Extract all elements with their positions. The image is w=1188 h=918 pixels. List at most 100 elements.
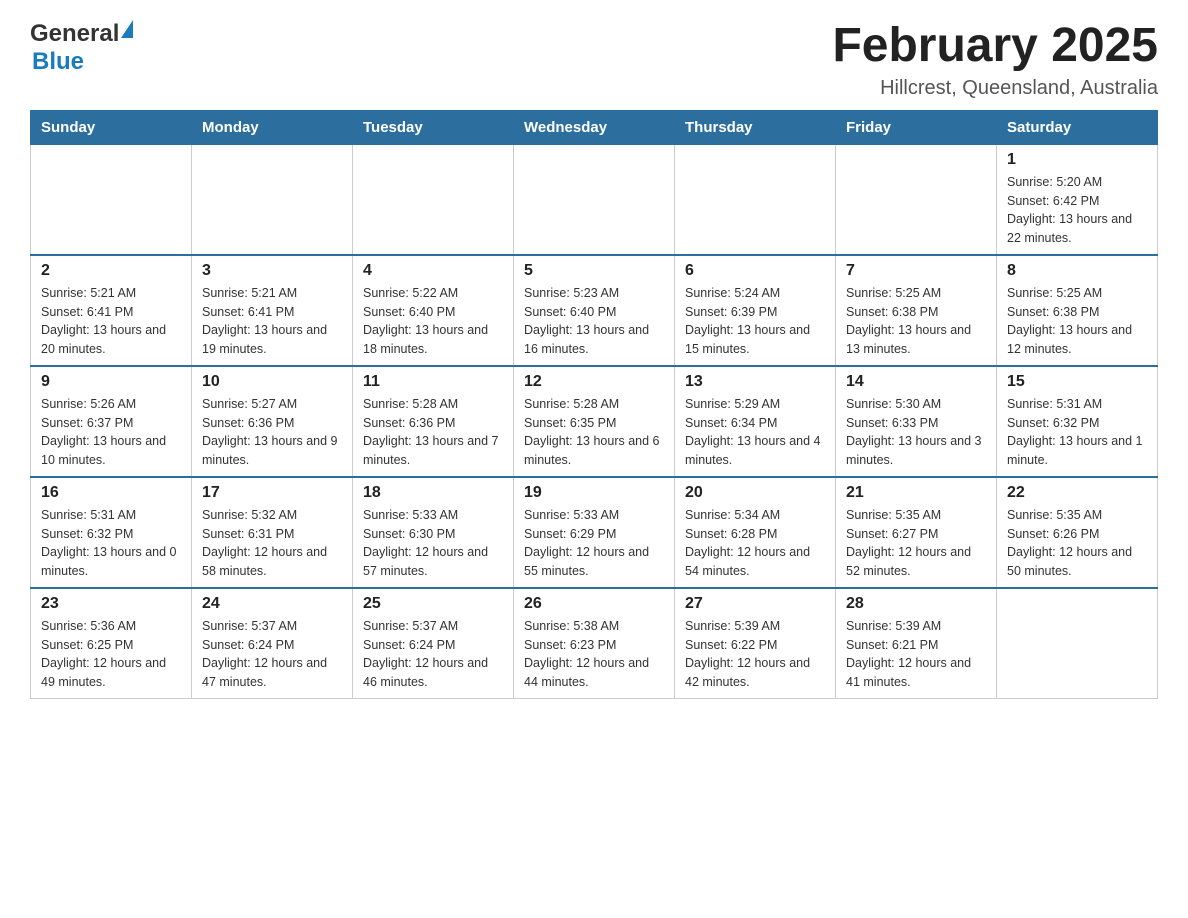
day-number: 6 [685,262,825,280]
calendar-cell: 16 Sunrise: 5:31 AM Sunset: 6:32 PM Dayli… [31,477,192,588]
day-number: 5 [524,262,664,280]
day-number: 27 [685,595,825,613]
day-number: 28 [846,595,986,613]
weekday-header-sunday: Sunday [31,110,192,144]
day-number: 14 [846,373,986,391]
day-info: Sunrise: 5:36 AM Sunset: 6:25 PM Dayligh… [41,617,181,692]
day-info: Sunrise: 5:28 AM Sunset: 6:35 PM Dayligh… [524,395,664,470]
calendar-cell [836,144,997,255]
calendar-cell: 24Sunrise: 5:37 AM Sunset: 6:24 PM Dayli… [192,588,353,699]
logo-blue-text: Blue [32,48,84,75]
calendar-cell: 7 Sunrise: 5:25 AM Sunset: 6:38 PM Daylig… [836,255,997,366]
calendar-cell: 14 Sunrise: 5:30 AM Sunset: 6:33 PM Dayli… [836,366,997,477]
day-info: Sunrise: 5:31 AM Sunset: 6:32 PM Dayligh… [41,506,181,581]
logo-triangle-icon [121,20,133,38]
calendar-cell: 21 Sunrise: 5:35 AM Sunset: 6:27 PM Dayli… [836,477,997,588]
calendar-cell: 9 Sunrise: 5:26 AM Sunset: 6:37 PM Daylig… [31,366,192,477]
day-info: Sunrise: 5:33 AM Sunset: 6:30 PM Dayligh… [363,506,503,581]
day-number: 18 [363,484,503,502]
weekday-header-thursday: Thursday [675,110,836,144]
day-info: Sunrise: 5:35 AM Sunset: 6:26 PM Dayligh… [1007,506,1147,581]
calendar-cell: 22 Sunrise: 5:35 AM Sunset: 6:26 PM Dayli… [997,477,1158,588]
day-number: 8 [1007,262,1147,280]
calendar-cell: 28 Sunrise: 5:39 AM Sunset: 6:21 PM Dayli… [836,588,997,699]
calendar-cell [997,588,1158,699]
calendar-cell: 8 Sunrise: 5:25 AM Sunset: 6:38 PM Daylig… [997,255,1158,366]
calendar-week-row: 16 Sunrise: 5:31 AM Sunset: 6:32 PM Dayli… [31,477,1158,588]
calendar-cell: 23 Sunrise: 5:36 AM Sunset: 6:25 PM Dayli… [31,588,192,699]
calendar-cell: 4 Sunrise: 5:22 AM Sunset: 6:40 PM Daylig… [353,255,514,366]
calendar-cell: 19 Sunrise: 5:33 AM Sunset: 6:29 PM Dayli… [514,477,675,588]
day-number: 9 [41,373,181,391]
calendar-cell [353,144,514,255]
calendar-cell: 17 Sunrise: 5:32 AM Sunset: 6:31 PM Dayli… [192,477,353,588]
page-header: General Blue February 2025 Hillcrest, Qu… [30,20,1158,100]
day-info: Sunrise: 5:21 AM Sunset: 6:41 PM Dayligh… [41,284,181,359]
day-number: 19 [524,484,664,502]
day-info: Sunrise: 5:28 AM Sunset: 6:36 PM Dayligh… [363,395,503,470]
day-info: Sunrise: 5:39 AM Sunset: 6:21 PM Dayligh… [846,617,986,692]
calendar-cell [192,144,353,255]
calendar-cell: 1 Sunrise: 5:20 AM Sunset: 6:42 PM Daylig… [997,144,1158,255]
calendar-cell: 26Sunrise: 5:38 AM Sunset: 6:23 PM Dayli… [514,588,675,699]
calendar-cell: 10 Sunrise: 5:27 AM Sunset: 6:36 PM Dayli… [192,366,353,477]
day-info: Sunrise: 5:20 AM Sunset: 6:42 PM Dayligh… [1007,173,1147,248]
day-number: 16 [41,484,181,502]
day-number: 17 [202,484,342,502]
day-info: Sunrise: 5:31 AM Sunset: 6:32 PM Dayligh… [1007,395,1147,470]
calendar-week-row: 2 Sunrise: 5:21 AM Sunset: 6:41 PM Daylig… [31,255,1158,366]
calendar-cell: 27 Sunrise: 5:39 AM Sunset: 6:22 PM Dayli… [675,588,836,699]
calendar-header-row: SundayMondayTuesdayWednesdayThursdayFrid… [31,110,1158,144]
calendar-table: SundayMondayTuesdayWednesdayThursdayFrid… [30,110,1158,699]
weekday-header-tuesday: Tuesday [353,110,514,144]
day-number: 4 [363,262,503,280]
day-number: 13 [685,373,825,391]
calendar-cell: 12 Sunrise: 5:28 AM Sunset: 6:35 PM Dayli… [514,366,675,477]
day-number: 12 [524,373,664,391]
weekday-header-monday: Monday [192,110,353,144]
day-info: Sunrise: 5:38 AM Sunset: 6:23 PM Dayligh… [524,617,664,692]
day-number: 1 [1007,151,1147,169]
day-number: 24 [202,595,342,613]
logo: General Blue [30,20,133,76]
calendar-cell [514,144,675,255]
day-number: 15 [1007,373,1147,391]
calendar-subtitle: Hillcrest, Queensland, Australia [832,77,1158,100]
calendar-cell [31,144,192,255]
calendar-title: February 2025 [832,20,1158,73]
day-info: Sunrise: 5:21 AM Sunset: 6:41 PM Dayligh… [202,284,342,359]
day-number: 10 [202,373,342,391]
day-info: Sunrise: 5:26 AM Sunset: 6:37 PM Dayligh… [41,395,181,470]
day-number: 21 [846,484,986,502]
day-info: Sunrise: 5:22 AM Sunset: 6:40 PM Dayligh… [363,284,503,359]
day-info: Sunrise: 5:25 AM Sunset: 6:38 PM Dayligh… [1007,284,1147,359]
day-number: 25 [363,595,503,613]
day-info: Sunrise: 5:35 AM Sunset: 6:27 PM Dayligh… [846,506,986,581]
day-number: 23 [41,595,181,613]
day-info: Sunrise: 5:32 AM Sunset: 6:31 PM Dayligh… [202,506,342,581]
day-number: 3 [202,262,342,280]
calendar-cell: 3 Sunrise: 5:21 AM Sunset: 6:41 PM Daylig… [192,255,353,366]
day-info: Sunrise: 5:24 AM Sunset: 6:39 PM Dayligh… [685,284,825,359]
day-info: Sunrise: 5:25 AM Sunset: 6:38 PM Dayligh… [846,284,986,359]
logo-general-text: General [30,20,119,48]
calendar-cell: 15 Sunrise: 5:31 AM Sunset: 6:32 PM Dayli… [997,366,1158,477]
day-number: 11 [363,373,503,391]
day-info: Sunrise: 5:27 AM Sunset: 6:36 PM Dayligh… [202,395,342,470]
calendar-week-row: 1 Sunrise: 5:20 AM Sunset: 6:42 PM Daylig… [31,144,1158,255]
calendar-cell: 6 Sunrise: 5:24 AM Sunset: 6:39 PM Daylig… [675,255,836,366]
day-info: Sunrise: 5:29 AM Sunset: 6:34 PM Dayligh… [685,395,825,470]
day-number: 20 [685,484,825,502]
calendar-cell [675,144,836,255]
calendar-cell: 11 Sunrise: 5:28 AM Sunset: 6:36 PM Dayli… [353,366,514,477]
day-info: Sunrise: 5:30 AM Sunset: 6:33 PM Dayligh… [846,395,986,470]
day-info: Sunrise: 5:33 AM Sunset: 6:29 PM Dayligh… [524,506,664,581]
day-number: 22 [1007,484,1147,502]
day-info: Sunrise: 5:23 AM Sunset: 6:40 PM Dayligh… [524,284,664,359]
day-number: 2 [41,262,181,280]
calendar-cell: 25Sunrise: 5:37 AM Sunset: 6:24 PM Dayli… [353,588,514,699]
weekday-header-friday: Friday [836,110,997,144]
day-number: 7 [846,262,986,280]
day-info: Sunrise: 5:39 AM Sunset: 6:22 PM Dayligh… [685,617,825,692]
title-section: February 2025 Hillcrest, Queensland, Aus… [832,20,1158,100]
